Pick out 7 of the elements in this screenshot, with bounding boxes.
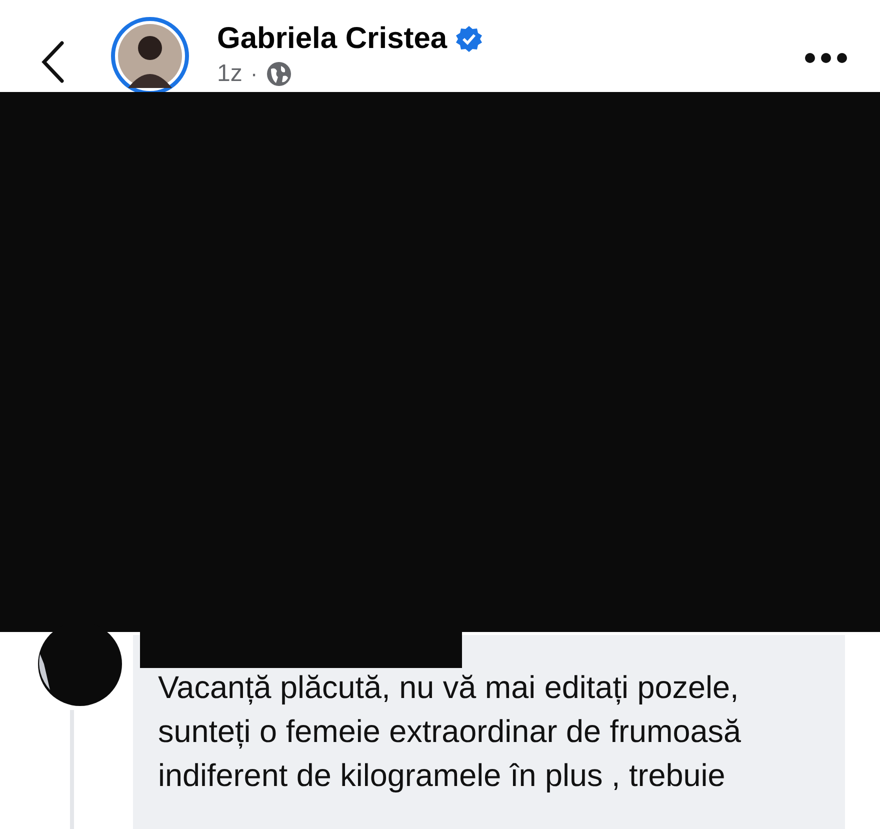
author-name[interactable]: Gabriela Cristea [217, 22, 448, 56]
back-icon[interactable] [40, 40, 66, 84]
globe-icon [266, 61, 292, 87]
separator-dot: · [250, 61, 258, 87]
post-time: 1z [217, 60, 242, 88]
comment-text: Vacanță plăcută, nu vă mai editați pozele, sunteți o femeie extraordinar de frumoasă indiferent de kilogramele în plus , trebuie [158, 668, 742, 795]
more-options-icon[interactable] [804, 52, 848, 64]
